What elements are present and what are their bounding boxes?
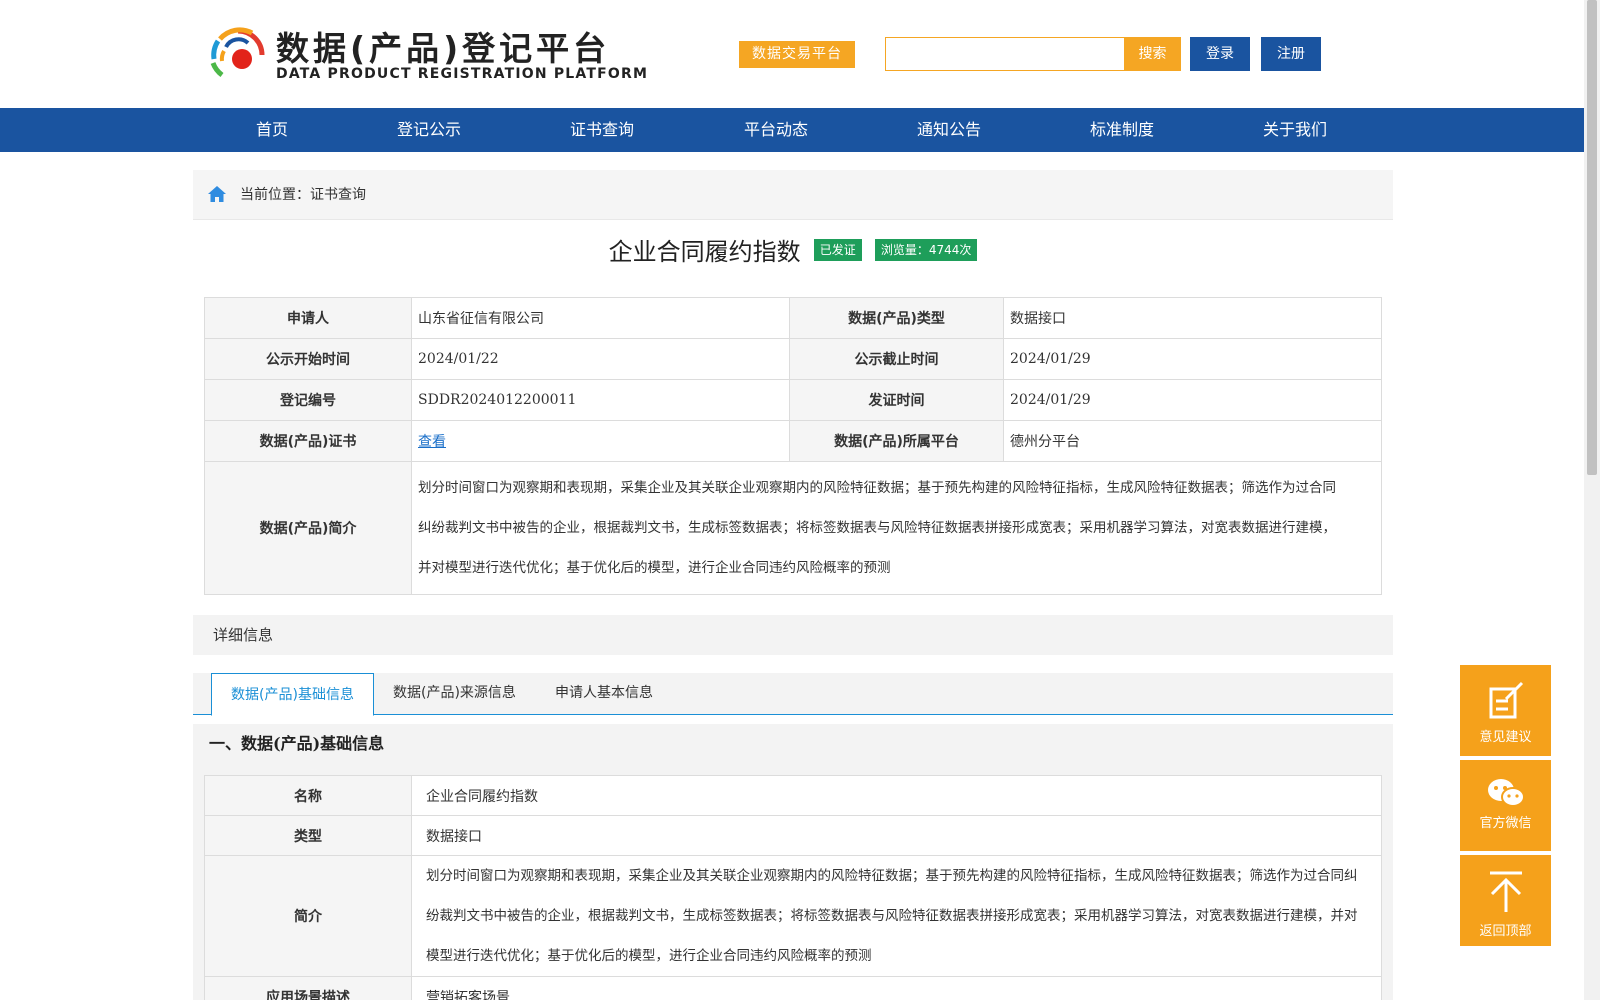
wechat-icon xyxy=(1488,779,1525,807)
table-row: 类型 数据接口 xyxy=(204,815,1382,856)
back-to-top-label: 返回顶部 xyxy=(1479,924,1532,939)
platform-value: 德州分平台 xyxy=(1003,420,1382,462)
detail-tabs: 数据(产品)基础信息 数据(产品)来源信息 申请人基本信息 xyxy=(193,673,1393,716)
nav-item-about-us[interactable]: 关于我们 xyxy=(1263,108,1327,152)
intro-value: 划分时间窗口为观察期和表现期，采集企业及其关联企业观察期内的风险特征数据；基于预… xyxy=(411,855,1382,977)
product-title-row: 企业合同履约指数 已发证 浏览量：4744次 xyxy=(193,232,1393,272)
product-intro-value: 划分时间窗口为观察期和表现期，采集企业及其关联企业观察期内的风险特征数据；基于预… xyxy=(411,461,1382,595)
registration-number-label: 登记编号 xyxy=(204,379,412,421)
table-row: 申请人 山东省征信有限公司 数据(产品)类型 数据接口 xyxy=(204,297,1382,339)
nav-item-certificate-query[interactable]: 证书查询 xyxy=(570,108,634,152)
nav-item-platform-news[interactable]: 平台动态 xyxy=(744,108,808,152)
search-input[interactable] xyxy=(885,37,1125,71)
logo-english-name: DATA PRODUCT REGISTRATION PLATFORM xyxy=(276,66,649,82)
applicant-label: 申请人 xyxy=(204,297,412,339)
type-value: 数据接口 xyxy=(411,815,1382,856)
product-type-value: 数据接口 xyxy=(1003,297,1382,339)
login-button[interactable]: 登录 xyxy=(1190,37,1250,71)
tab-basic-info[interactable]: 数据(产品)基础信息 xyxy=(211,673,374,716)
page: 数据(产品)登记平台 DATA PRODUCT REGISTRATION PLA… xyxy=(0,0,1600,1000)
logo-chinese-name: 数据(产品)登记平台 xyxy=(276,29,611,68)
feedback-label: 意见建议 xyxy=(1479,730,1532,745)
table-row: 数据(产品)证书 查看 数据(产品)所属平台 德州分平台 xyxy=(204,420,1382,462)
site-logo[interactable]: 数据(产品)登记平台 DATA PRODUCT REGISTRATION PLA… xyxy=(208,22,647,88)
basic-info-section: 一、数据(产品)基础信息 名称 企业合同履约指数 类型 数据接口 简介 划分时间… xyxy=(193,724,1393,1000)
detail-info-heading: 详细信息 xyxy=(213,626,274,644)
view-count-badge: 浏览量：4744次 xyxy=(874,238,978,261)
table-row: 数据(产品)简介 划分时间窗口为观察期和表现期，采集企业及其关联企业观察期内的风… xyxy=(204,461,1382,595)
home-icon[interactable] xyxy=(207,184,227,204)
issue-date-value: 2024/01/29 xyxy=(1003,379,1382,421)
product-intro-label: 数据(产品)简介 xyxy=(204,461,412,595)
page-scrollbar[interactable] xyxy=(1584,0,1600,1000)
tab-source-info[interactable]: 数据(产品)来源信息 xyxy=(393,673,516,715)
main-nav: 首页 登记公示 证书查询 平台动态 通知公告 标准制度 关于我们 xyxy=(0,108,1584,152)
breadcrumb: 当前位置：证书查询 xyxy=(193,170,1393,220)
nav-item-registration-notice[interactable]: 登记公示 xyxy=(397,108,461,152)
search-button[interactable]: 搜索 xyxy=(1124,37,1181,71)
product-title: 企业合同履约指数 xyxy=(608,238,801,266)
feedback-button[interactable]: 意见建议 xyxy=(1460,665,1551,756)
wechat-button[interactable]: 官方微信 xyxy=(1460,760,1551,851)
data-trade-platform-button[interactable]: 数据交易平台 xyxy=(739,41,855,68)
applicant-value: 山东省征信有限公司 xyxy=(411,297,790,339)
certificate-cell: 查看 xyxy=(411,420,790,462)
basic-info-table: 名称 企业合同履约指数 类型 数据接口 简介 划分时间窗口为观察期和表现期，采集… xyxy=(204,775,1382,1000)
nav-item-standards[interactable]: 标准制度 xyxy=(1090,108,1154,152)
table-row: 简介 划分时间窗口为观察期和表现期，采集企业及其关联企业观察期内的风险特征数据；… xyxy=(204,855,1382,977)
tab-applicant-info[interactable]: 申请人基本信息 xyxy=(555,673,653,715)
certificate-label: 数据(产品)证书 xyxy=(204,420,412,462)
scene-label: 应用场景描述 xyxy=(204,976,412,1000)
view-certificate-link[interactable]: 查看 xyxy=(418,434,446,450)
nav-item-home[interactable]: 首页 xyxy=(256,108,288,152)
type-label: 类型 xyxy=(204,815,412,856)
back-to-top-button[interactable]: 返回顶部 xyxy=(1460,855,1551,946)
wechat-label: 官方微信 xyxy=(1479,816,1532,831)
table-row: 公示开始时间 2024/01/22 公示截止时间 2024/01/29 xyxy=(204,338,1382,380)
platform-label: 数据(产品)所属平台 xyxy=(789,420,1004,462)
nav-item-announcements[interactable]: 通知公告 xyxy=(917,108,981,152)
notice-end-label: 公示截止时间 xyxy=(789,338,1004,380)
notice-end-value: 2024/01/29 xyxy=(1003,338,1382,380)
notice-start-label: 公示开始时间 xyxy=(204,338,412,380)
arrow-up-icon xyxy=(1490,871,1522,912)
site-header: 数据(产品)登记平台 DATA PRODUCT REGISTRATION PLA… xyxy=(0,0,1584,108)
scrollbar-thumb[interactable] xyxy=(1587,0,1597,475)
registration-number-value: SDDR2024012200011 xyxy=(411,379,790,421)
section-title: 一、数据(产品)基础信息 xyxy=(209,734,385,753)
logo-mark-icon xyxy=(210,27,265,78)
product-type-label: 数据(产品)类型 xyxy=(789,297,1004,339)
breadcrumb-text: 当前位置：证书查询 xyxy=(240,187,366,203)
intro-label: 简介 xyxy=(204,855,412,977)
table-row: 应用场景描述 营销拓客场景 xyxy=(204,976,1382,1000)
product-info-table: 申请人 山东省征信有限公司 数据(产品)类型 数据接口 公示开始时间 2024/… xyxy=(204,297,1382,595)
edit-note-icon xyxy=(1489,681,1524,719)
name-label: 名称 xyxy=(204,775,412,816)
register-button[interactable]: 注册 xyxy=(1261,37,1321,71)
table-row: 登记编号 SDDR2024012200011 发证时间 2024/01/29 xyxy=(204,379,1382,421)
name-value: 企业合同履约指数 xyxy=(411,775,1382,816)
scene-value: 营销拓客场景 xyxy=(411,976,1382,1000)
notice-start-value: 2024/01/22 xyxy=(411,338,790,380)
issue-date-label: 发证时间 xyxy=(789,379,1004,421)
detail-info-header: 详细信息 xyxy=(193,615,1393,655)
certified-status-badge: 已发证 xyxy=(813,238,862,261)
table-row: 名称 企业合同履约指数 xyxy=(204,775,1382,816)
